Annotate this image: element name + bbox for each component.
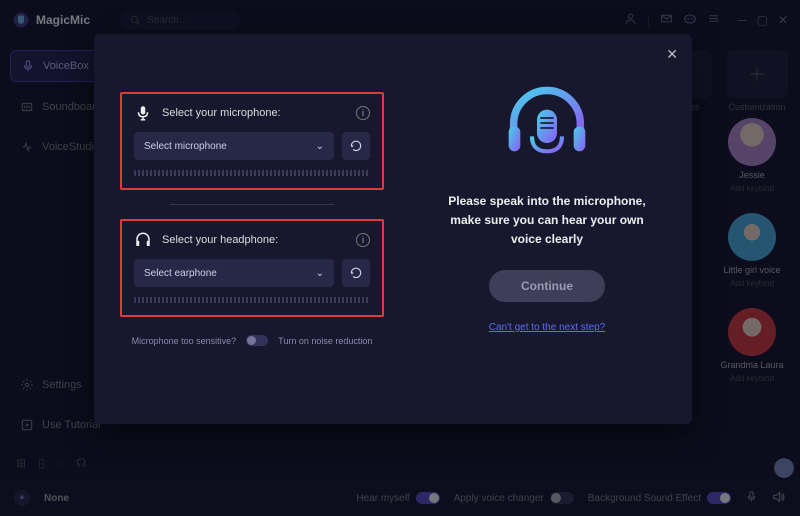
refresh-icon [349, 266, 363, 280]
microphone-dropdown[interactable]: Select microphone ⌄ [134, 132, 334, 160]
headphone-title: Select your headphone: [162, 234, 278, 246]
headphone-refresh-button[interactable] [342, 259, 370, 287]
continue-button[interactable]: Continue [489, 270, 605, 302]
device-setup-modal: ✕ Select your microphone: i Select micro… [94, 34, 692, 424]
headphone-dropdown[interactable]: Select earphone ⌄ [134, 259, 334, 287]
divider [170, 204, 334, 205]
headphone-icon [134, 231, 152, 249]
info-icon[interactable]: i [356, 106, 370, 120]
noise-reduction-toggle[interactable] [246, 335, 268, 346]
microphone-level-meter [134, 170, 370, 176]
chevron-down-icon: ⌄ [316, 268, 324, 279]
modal-close-button[interactable]: ✕ [666, 46, 678, 63]
modal-right-panel: Please speak into the microphone, make s… [402, 34, 692, 424]
refresh-icon [349, 139, 363, 153]
microphone-icon [134, 104, 152, 122]
headset-mic-illustration [497, 78, 597, 178]
continue-label: Continue [521, 279, 573, 293]
microphone-title: Select your microphone: [162, 107, 281, 119]
info-icon[interactable]: i [356, 233, 370, 247]
nr-question: Microphone too sensitive? [132, 336, 237, 346]
microphone-section: Select your microphone: i Select microph… [120, 92, 384, 190]
help-link-text: Can't get to the next step? [489, 322, 605, 333]
noise-reduction-row: Microphone too sensitive? Turn on noise … [120, 335, 384, 346]
modal-left-panel: Select your microphone: i Select microph… [94, 34, 402, 424]
headphone-level-meter [134, 297, 370, 303]
help-link[interactable]: Can't get to the next step? [489, 322, 605, 333]
headphone-section: Select your headphone: i Select earphone… [120, 219, 384, 317]
microphone-value: Select microphone [144, 141, 227, 152]
nr-label: Turn on noise reduction [278, 336, 372, 346]
headphone-value: Select earphone [144, 268, 217, 279]
chevron-down-icon: ⌄ [316, 141, 324, 152]
microphone-refresh-button[interactable] [342, 132, 370, 160]
setup-prompt: Please speak into the microphone, make s… [428, 192, 666, 250]
